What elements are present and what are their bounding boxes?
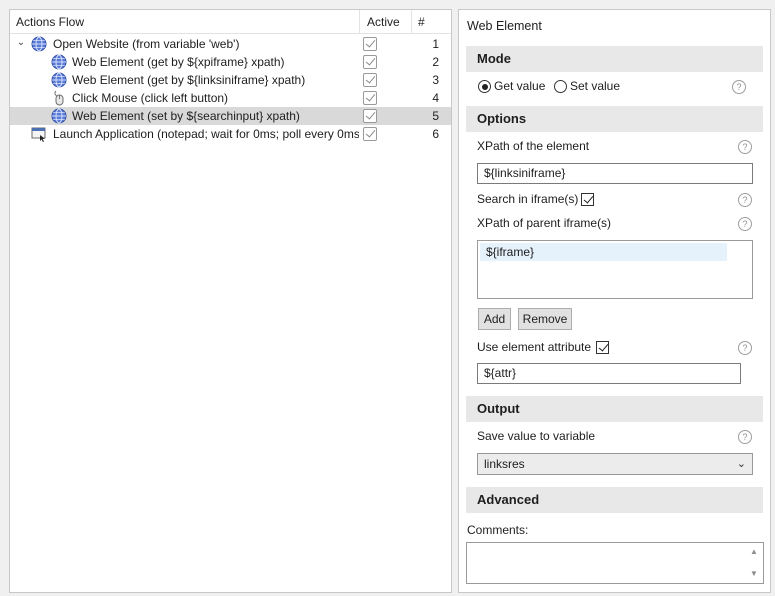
tree-row-launch-application[interactable]: Launch Application (notepad; wait for 0m… — [10, 125, 451, 143]
help-icon[interactable]: ? — [738, 341, 752, 355]
active-checkbox[interactable] — [363, 37, 377, 51]
help-icon[interactable]: ? — [738, 140, 752, 154]
row-number: 6 — [432, 127, 439, 141]
row-number: 3 — [432, 73, 439, 87]
tree-row-label: Open Website (from variable 'web') — [53, 37, 240, 51]
help-icon[interactable]: ? — [738, 430, 752, 444]
section-output-header[interactable]: Output — [466, 396, 763, 422]
scroll-down-arrow-icon[interactable]: ▼ — [747, 567, 761, 581]
active-checkbox[interactable] — [363, 109, 377, 123]
application-icon — [31, 127, 46, 142]
web-element-properties-panel: Web Element Mode Get value Set value ? O… — [458, 9, 771, 593]
tree-row-label: Web Element (get by ${linksiniframe} xpa… — [72, 73, 306, 87]
save-variable-label: Save value to variable — [477, 429, 596, 443]
globe-icon — [31, 36, 47, 52]
xpath-input[interactable]: ${linksiniframe} — [477, 163, 753, 184]
tree-row-web-element-searchinput[interactable]: Web Element (set by ${searchinput} xpath… — [10, 107, 451, 125]
row-number: 5 — [432, 109, 439, 123]
add-button[interactable]: Add — [478, 308, 511, 330]
search-in-iframe-checkbox[interactable] — [581, 193, 594, 206]
active-checkbox[interactable] — [363, 127, 377, 141]
active-checkbox[interactable] — [363, 91, 377, 105]
attribute-input[interactable]: ${attr} — [477, 363, 741, 384]
set-value-radio[interactable] — [554, 80, 567, 93]
help-icon[interactable]: ? — [732, 80, 746, 94]
comments-textarea[interactable]: ▲ ▼ — [466, 542, 764, 584]
globe-icon — [51, 54, 67, 70]
panel-title: Web Element — [467, 19, 542, 33]
use-element-attribute-checkbox[interactable] — [596, 341, 609, 354]
active-checkbox[interactable] — [363, 55, 377, 69]
get-value-label[interactable]: Get value — [494, 79, 545, 93]
variable-select[interactable]: linksres ⌄ — [477, 453, 753, 475]
list-item[interactable]: ${iframe} — [480, 243, 727, 261]
set-value-label[interactable]: Set value — [570, 79, 620, 93]
globe-icon — [51, 72, 67, 88]
parent-iframe-label: XPath of parent iframe(s) — [477, 216, 612, 230]
remove-button[interactable]: Remove — [518, 308, 572, 330]
globe-icon — [51, 108, 67, 124]
xpath-label: XPath of the element — [477, 139, 590, 153]
tree-row-click-mouse[interactable]: Click Mouse (click left button) 4 — [10, 89, 451, 107]
tree-row-open-website[interactable]: ⌄ Open Website (from variable 'web') 1 — [10, 35, 451, 53]
get-value-radio[interactable] — [478, 80, 491, 93]
use-element-attribute-label: Use element attribute — [477, 340, 592, 354]
mouse-icon — [54, 90, 64, 106]
collapse-chevron-icon[interactable]: ⌄ — [15, 37, 27, 49]
column-header-actions-flow[interactable]: Actions Flow — [16, 10, 84, 34]
comments-label: Comments: — [467, 523, 529, 537]
search-in-iframe-label: Search in iframe(s) — [477, 192, 579, 206]
actions-flow-panel: Actions Flow Active # ⌄ Open Website (fr… — [9, 9, 452, 593]
chevron-down-icon: ⌄ — [736, 458, 746, 470]
section-advanced-header[interactable]: Advanced — [466, 487, 763, 513]
row-number: 1 — [432, 37, 439, 51]
tree-row-web-element-xpiframe[interactable]: Web Element (get by ${xpiframe} xpath) 2 — [10, 53, 451, 71]
scroll-up-arrow-icon[interactable]: ▲ — [747, 545, 761, 559]
row-number: 2 — [432, 55, 439, 69]
tree-row-web-element-linksiniframe[interactable]: Web Element (get by ${linksiniframe} xpa… — [10, 71, 451, 89]
help-icon[interactable]: ? — [738, 217, 752, 231]
tree-header: Actions Flow Active # — [10, 10, 451, 34]
active-checkbox[interactable] — [363, 73, 377, 87]
help-icon[interactable]: ? — [738, 193, 752, 207]
tree-row-label: Click Mouse (click left button) — [72, 91, 229, 105]
variable-select-value: linksres — [484, 457, 525, 471]
tree-row-label: Launch Application (notepad; wait for 0m… — [53, 127, 359, 141]
tree-row-label: Web Element (set by ${searchinput} xpath… — [72, 109, 300, 123]
column-header-active[interactable]: Active — [359, 10, 411, 34]
row-number: 4 — [432, 91, 439, 105]
column-header-number[interactable]: # — [411, 10, 451, 34]
parent-iframe-list[interactable]: ${iframe} — [477, 240, 753, 299]
tree-row-label: Web Element (get by ${xpiframe} xpath) — [72, 55, 285, 69]
section-options-header[interactable]: Options — [466, 106, 763, 132]
section-mode-header[interactable]: Mode — [466, 46, 763, 72]
